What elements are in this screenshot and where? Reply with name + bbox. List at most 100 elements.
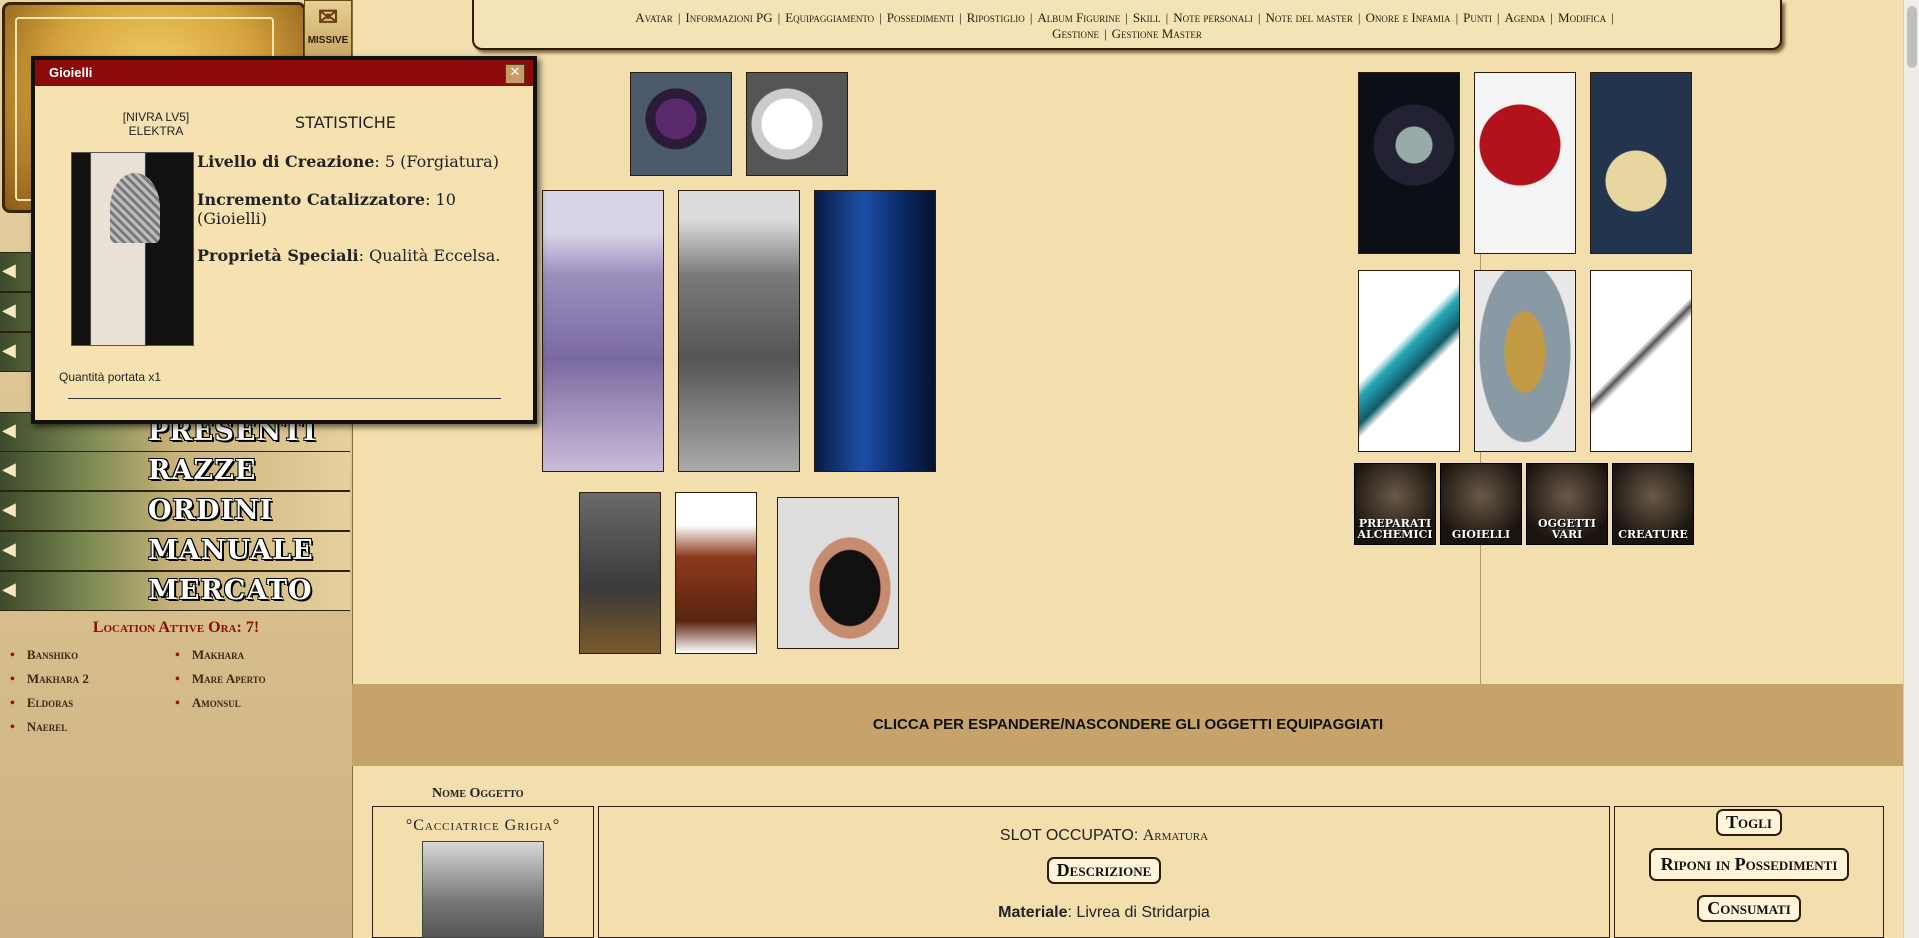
stat-special: Proprietà Speciali: Qualità Eccelsa. xyxy=(197,246,517,265)
location-link[interactable]: Eldoras xyxy=(10,695,73,712)
stat-creation-level: Livello di Creazione: 5 (Forgiatura) xyxy=(197,152,517,171)
owner-tag: [NIVRA LV5] xyxy=(122,110,190,124)
menu-separator: | xyxy=(1257,10,1261,25)
missive-button[interactable]: ✉ MISSIVE xyxy=(304,0,352,58)
menu-equipaggiamento[interactable]: Equipaggiamento xyxy=(785,10,874,25)
nav-razze-label: RAZZE xyxy=(148,455,257,486)
equipped-sword-image[interactable] xyxy=(1358,270,1460,452)
menu-agenda[interactable]: Agenda xyxy=(1505,10,1546,25)
category-creatures-label: CREATURE xyxy=(1618,528,1688,541)
equipped-hat-image[interactable] xyxy=(630,72,732,176)
item-thumbnail[interactable] xyxy=(422,841,544,938)
menu-avatar[interactable]: Avatar xyxy=(635,10,673,25)
nav-mercato[interactable]: ◀ MERCATO xyxy=(0,571,350,611)
menu-separator: | xyxy=(677,10,681,25)
menu-separator: | xyxy=(879,10,882,25)
menu-separator: | xyxy=(1104,26,1107,41)
slot-value: Armatura xyxy=(1142,827,1209,844)
nav-razze[interactable]: ◀ RAZZE xyxy=(0,451,350,491)
nav-manuale-label: MANUALE xyxy=(148,535,314,566)
nav-ordini[interactable]: ◀ ORDINI xyxy=(0,491,350,531)
locations-title: Location Attive Ora: 7! xyxy=(92,619,260,636)
consume-button[interactable]: Consumati xyxy=(1697,895,1801,922)
menu-gestione[interactable]: Gestione xyxy=(1052,26,1099,41)
equipped-cloak-image[interactable] xyxy=(814,190,936,472)
category-alchemy[interactable]: PREPARATI ALCHEMICI xyxy=(1354,463,1436,545)
nav-manuale[interactable]: ◀ MANUALE xyxy=(0,531,350,571)
menu-gestione-master[interactable]: Gestione Master xyxy=(1112,26,1202,41)
menu-separator: | xyxy=(1029,10,1033,25)
equipped-bow-image[interactable] xyxy=(1590,270,1692,452)
material-label: Materiale xyxy=(998,904,1068,921)
category-creatures[interactable]: CREATURE xyxy=(1612,463,1694,545)
missive-label: MISSIVE xyxy=(307,35,349,46)
menu-skill[interactable]: Skill xyxy=(1133,10,1161,25)
menu-punti[interactable]: Punti xyxy=(1463,10,1492,25)
menu-onore-infamia[interactable]: Onore e Infamia xyxy=(1366,10,1451,25)
equipped-claws-image[interactable] xyxy=(1358,72,1460,254)
stat-value: : 5 (Forgiatura) xyxy=(374,152,499,171)
chevron-left-icon: ◀ xyxy=(2,300,16,321)
character-menu: Avatar | Informazioni PG | Equipaggiamento | P… xyxy=(472,0,1782,50)
category-jewels-label: GIOIELLI xyxy=(1451,528,1511,541)
item-actions-cell: Togli Riponi in Possedimenti Consumati xyxy=(1614,806,1884,938)
equipment-area: PREPARATI ALCHEMICI GIOIELLI OGGETTI VAR… xyxy=(352,56,1904,938)
item-owner: [NIVRA LV5] ELEKTRA xyxy=(71,110,241,138)
chevron-left-icon: ◀ xyxy=(2,340,16,361)
menu-separator: | xyxy=(1455,10,1459,25)
equipped-fan-image[interactable] xyxy=(1590,72,1692,254)
menu-separator: | xyxy=(1611,10,1614,25)
slot-label: SLOT OCCUPATO: xyxy=(999,827,1143,844)
quantity-carried: Quantità portata x1 xyxy=(59,370,162,384)
scroll-icon: ✉ xyxy=(317,4,339,31)
equipped-dress-image[interactable] xyxy=(542,190,664,472)
popup-titlebar[interactable]: Gioielli ✕ xyxy=(35,60,533,86)
remove-button[interactable]: Togli xyxy=(1716,809,1782,836)
equipped-armor-image[interactable] xyxy=(678,190,800,472)
store-in-possessions-button[interactable]: Riponi in Possedimenti xyxy=(1648,848,1850,881)
equipped-shield-image[interactable] xyxy=(1474,270,1576,452)
category-misc[interactable]: OGGETTI VARI xyxy=(1526,463,1608,545)
chevron-left-icon: ◀ xyxy=(2,420,16,441)
equipped-bracer-image[interactable] xyxy=(675,492,757,654)
menu-possedimenti[interactable]: Possedimenti xyxy=(887,10,954,25)
stats-heading: STATISTICHE xyxy=(295,113,396,132)
location-link[interactable]: Makhara 2 xyxy=(10,671,89,688)
vertical-scrollbar[interactable] xyxy=(1903,0,1919,938)
menu-note-personali[interactable]: Note personali xyxy=(1173,10,1253,25)
menu-album-figurine[interactable]: Album Figurine xyxy=(1037,10,1120,25)
equipped-umbrella-image[interactable] xyxy=(1474,72,1576,254)
chevron-left-icon: ◀ xyxy=(2,260,16,281)
equipped-gauntlet-image[interactable] xyxy=(579,492,661,654)
stat-label: Incremento Catalizzatore xyxy=(197,190,426,209)
menu-informazioni-pg[interactable]: Informazioni PG xyxy=(685,10,772,25)
scroll-thumb[interactable] xyxy=(1907,6,1917,68)
equipped-shoes-image[interactable] xyxy=(777,497,899,649)
menu-separator: | xyxy=(1165,10,1169,25)
category-alchemy-label: PREPARATI ALCHEMICI xyxy=(1357,517,1433,541)
equipped-back-image[interactable] xyxy=(746,72,848,176)
chevron-left-icon: ◀ xyxy=(2,579,16,600)
menu-ripostiglio[interactable]: Ripostiglio xyxy=(967,10,1025,25)
menu-separator: | xyxy=(959,10,962,25)
location-link[interactable]: Banshiko xyxy=(10,647,78,664)
category-jewels[interactable]: GIOIELLI xyxy=(1440,463,1522,545)
location-link[interactable]: Mare Aperto xyxy=(175,671,266,688)
item-name-column-header: Nome Oggetto xyxy=(432,786,524,801)
expand-equipped-toggle[interactable]: CLICCA PER ESPANDERE/NASCONDERE GLI OGGE… xyxy=(352,684,1904,766)
stat-label: Proprietà Speciali xyxy=(197,246,359,265)
jewel-image xyxy=(71,152,194,346)
location-link[interactable]: Makhara xyxy=(175,647,244,664)
item-name: °Cacciatrice Grigia° xyxy=(405,817,561,834)
stat-value: : Qualità Eccelsa. xyxy=(358,246,501,265)
location-link[interactable]: Amonsul xyxy=(175,695,241,712)
close-icon[interactable]: ✕ xyxy=(505,64,525,84)
stat-catalyst: Incremento Catalizzatore: 10 (Gioielli) xyxy=(197,190,517,228)
description-button[interactable]: Descrizione xyxy=(1046,857,1162,884)
menu-note-master[interactable]: Note del master xyxy=(1266,10,1353,25)
menu-modifica[interactable]: Modifica xyxy=(1558,10,1606,25)
chevron-left-icon: ◀ xyxy=(2,499,16,520)
popup-divider xyxy=(68,398,501,399)
location-link[interactable]: Naerel xyxy=(10,719,67,736)
item-details-cell: SLOT OCCUPATO: Armatura Descrizione Mate… xyxy=(598,806,1610,938)
